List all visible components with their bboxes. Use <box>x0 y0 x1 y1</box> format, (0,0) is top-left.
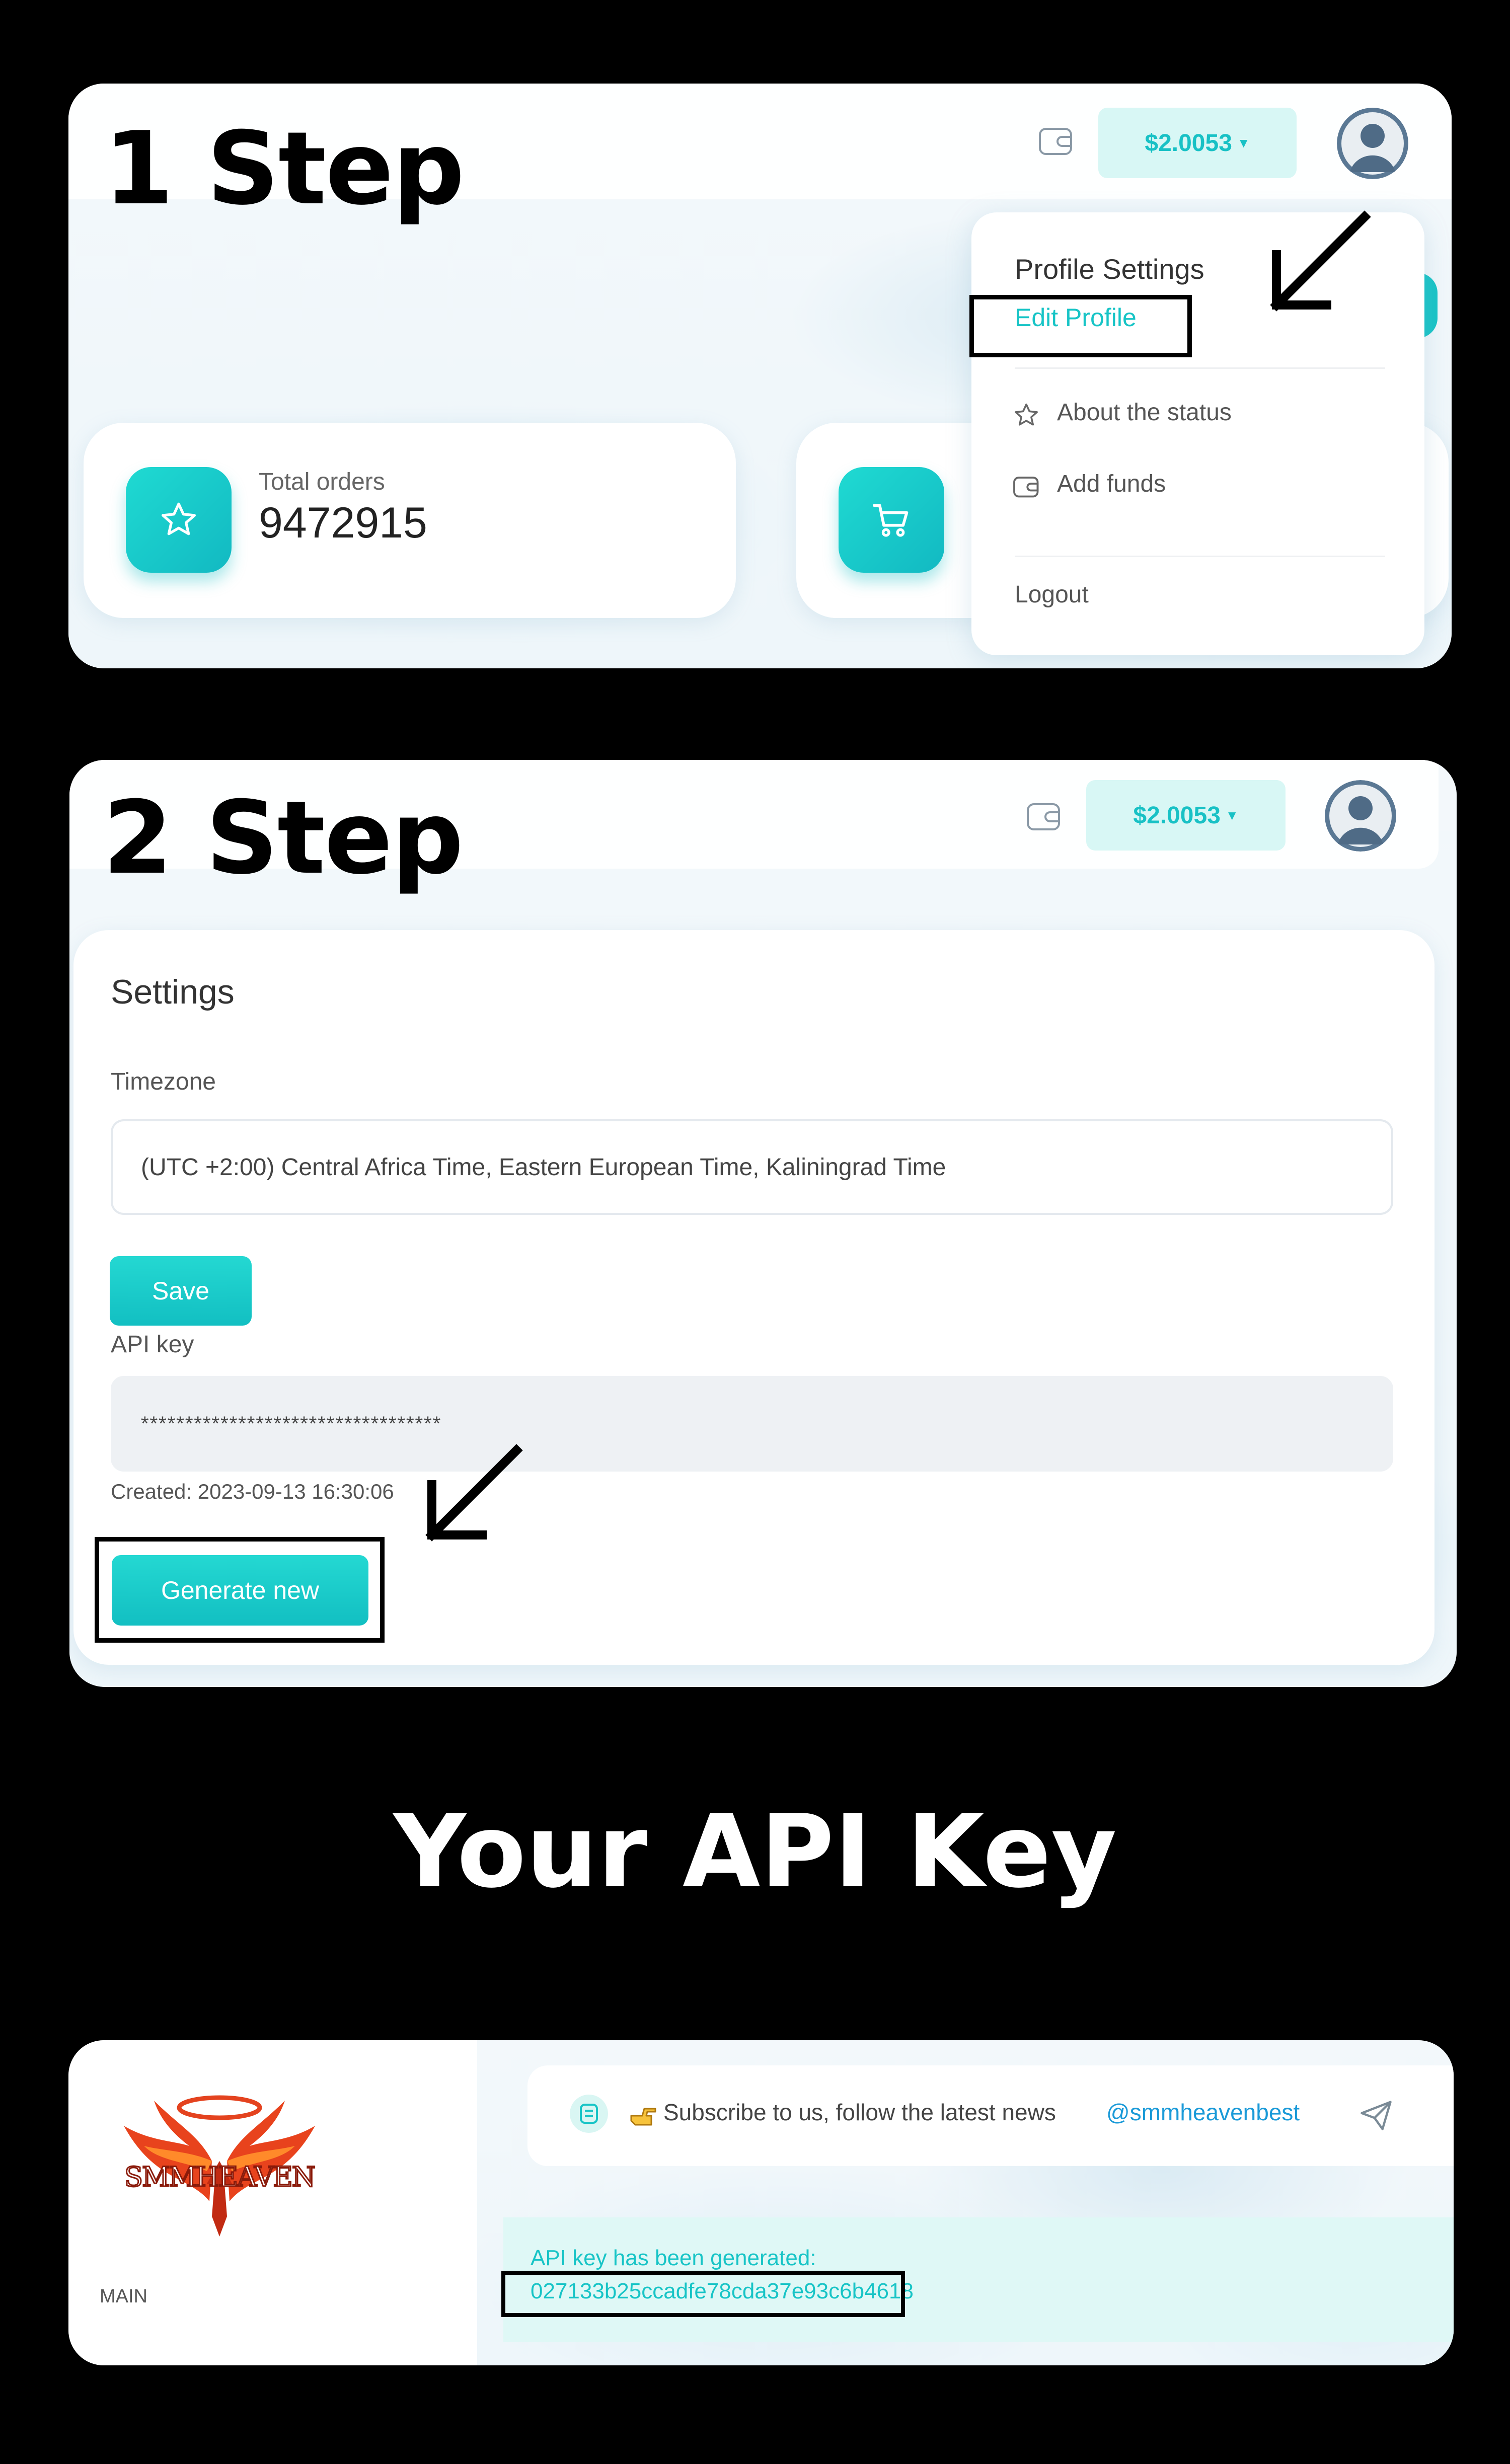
pointing-hand-icon <box>630 2108 656 2126</box>
step2-title: 2 Step <box>103 780 464 897</box>
main-section-label: MAIN <box>100 2286 147 2307</box>
wallet-icon[interactable] <box>1026 800 1062 832</box>
total-orders-label: Total orders <box>259 469 385 495</box>
balance-value: $2.0053 <box>1145 129 1232 157</box>
about-status-link[interactable]: About the status <box>1057 399 1232 426</box>
step3-panel: SMMHEAVEN MAIN Subscribe to us, follow t… <box>68 2040 1454 2365</box>
star-outline-icon <box>1015 403 1038 426</box>
api-key-label: API key <box>111 1331 194 1358</box>
balance-button[interactable]: $2.0053 ▼ <box>1098 108 1297 178</box>
balance-value: $2.0053 <box>1133 802 1221 829</box>
divider <box>1015 367 1385 369</box>
caret-down-icon: ▼ <box>1225 807 1239 823</box>
arrow-pointer-icon <box>1270 210 1371 312</box>
step1-panel: 1 Step $2.0053 ▼ Total orders 9472915 Pr… <box>68 84 1452 668</box>
avatar[interactable] <box>1325 780 1396 852</box>
generate-highlight <box>95 1537 385 1643</box>
save-label: Save <box>152 1277 209 1305</box>
add-funds-link[interactable]: Add funds <box>1057 470 1166 498</box>
news-handle-link[interactable]: @smmheavenbest <box>1106 2099 1300 2126</box>
api-key-masked: ********************************** <box>141 1412 442 1435</box>
total-orders-card: Total orders 9472915 <box>84 423 736 618</box>
avatar[interactable] <box>1337 108 1408 179</box>
timezone-select[interactable]: (UTC +2:00) Central Africa Time, Eastern… <box>111 1119 1393 1215</box>
divider <box>1015 556 1385 557</box>
alert-title: API key has been generated: <box>531 2246 816 2270</box>
logo-text: SMMHEAVEN <box>123 2161 316 2194</box>
api-key-field[interactable]: ********************************** <box>111 1376 1393 1472</box>
timezone-value: (UTC +2:00) Central Africa Time, Eastern… <box>141 1153 946 1181</box>
save-button[interactable]: Save <box>110 1256 252 1326</box>
star-icon <box>162 502 196 535</box>
profile-settings-header: Profile Settings <box>1015 253 1204 285</box>
news-icon <box>570 2095 608 2133</box>
api-key-highlight <box>501 2271 905 2317</box>
timezone-label: Timezone <box>111 1068 216 1095</box>
logo[interactable]: SMMHEAVEN <box>114 2086 325 2247</box>
step1-title: 1 Step <box>104 110 465 227</box>
arrow-pointer-icon <box>425 1444 523 1542</box>
wallet-icon <box>1013 477 1039 498</box>
wallet-icon[interactable] <box>1038 125 1074 157</box>
step2-panel: 2 Step $2.0053 ▼ Settings Timezone (UTC … <box>69 760 1457 1687</box>
edit-profile-highlight <box>969 295 1192 357</box>
total-orders-value: 9472915 <box>259 499 427 547</box>
card-icon-box <box>126 467 232 573</box>
cart-icon <box>873 504 909 537</box>
caret-down-icon: ▼ <box>1237 135 1250 150</box>
news-text: Subscribe to us, follow the latest news <box>663 2099 1056 2125</box>
balance-button[interactable]: $2.0053 ▼ <box>1086 780 1286 851</box>
your-api-key-heading: Your API Key <box>393 1793 1117 1910</box>
send-icon[interactable] <box>1357 2096 1395 2134</box>
settings-title: Settings <box>111 973 235 1011</box>
card-icon-box <box>839 467 944 573</box>
api-key-created: Created: 2023-09-13 16:30:06 <box>111 1480 394 1503</box>
logout-link[interactable]: Logout <box>1015 581 1089 608</box>
